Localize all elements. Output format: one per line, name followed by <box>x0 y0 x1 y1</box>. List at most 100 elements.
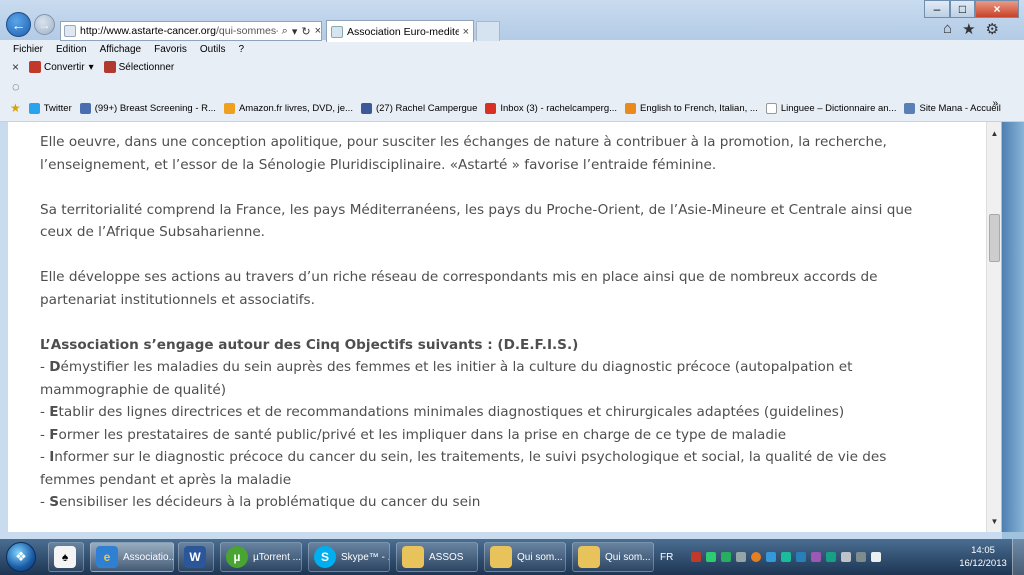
internet-explorer-icon: e <box>96 546 118 568</box>
system-tray: FR <box>660 539 882 575</box>
paragraph-territory: Sa territorialité comprend la France, le… <box>40 201 913 241</box>
taskbar-internet-explorer[interactable]: e Associatio... <box>90 542 174 572</box>
start-button[interactable]: ❖ <box>6 542 36 572</box>
address-bar[interactable]: http://www.astarte-cancer.org/qui-sommes… <box>60 21 322 41</box>
objective-item: - Former les prestataires de santé publi… <box>40 424 938 447</box>
favorite-wordreference[interactable]: English to French, Italian, ... <box>625 102 758 114</box>
home-icon[interactable]: ⌂ <box>943 20 952 38</box>
clock-time: 14:05 <box>971 545 995 556</box>
menu-outils[interactable]: Outils <box>200 44 226 55</box>
maximize-button[interactable]: □ <box>950 0 975 18</box>
new-tab-button[interactable] <box>476 21 500 41</box>
menu-help[interactable]: ? <box>238 44 244 55</box>
favorite-gmail[interactable]: Inbox (3) - rachelcamperg... <box>485 102 617 114</box>
objective-letter: F <box>49 426 59 443</box>
facebook-icon <box>360 102 372 114</box>
favorite-label: Linguee – Dictionnaire an... <box>780 102 897 114</box>
close-icon[interactable]: × <box>315 25 321 38</box>
tray-app-icon[interactable] <box>841 552 852 562</box>
favorite-amazon[interactable]: Amazon.fr livres, DVD, je... <box>223 102 353 114</box>
minimize-button[interactable]: – <box>924 0 950 18</box>
paragraph-mission: Elle oeuvre, dans une conception apoliti… <box>40 134 887 173</box>
favorite-facebook[interactable]: (27) Rachel Campergue <box>360 102 477 114</box>
menu-affichage[interactable]: Affichage <box>100 44 142 55</box>
tray-app-icon[interactable] <box>796 552 807 562</box>
arrow-left-icon: ← <box>11 16 26 33</box>
taskbar-label: Skype™ - ... <box>341 551 389 563</box>
favorite-twitter[interactable]: Twitter <box>28 102 72 114</box>
tray-app-icon[interactable] <box>811 552 822 562</box>
favorites-star-icon[interactable]: ★ <box>10 101 21 115</box>
tray-app-icon[interactable] <box>736 552 747 562</box>
favorite-linguee[interactable]: Linguee – Dictionnaire an... <box>765 102 897 114</box>
taskbar-word[interactable]: W <box>178 542 214 572</box>
browser-chrome: ← → http://www.astarte-cancer.org/qui-so… <box>0 0 1024 122</box>
site-icon <box>79 102 91 114</box>
scroll-down-icon[interactable]: ▼ <box>987 514 1002 528</box>
maximize-icon: □ <box>958 2 967 16</box>
scroll-thumb[interactable] <box>989 214 1000 262</box>
tray-app-icon[interactable] <box>721 552 732 562</box>
close-window-button[interactable]: × <box>975 0 1019 18</box>
vertical-scrollbar[interactable]: ▲ ▼ <box>986 122 1001 532</box>
close-toolbar-icon[interactable]: × <box>12 60 19 74</box>
folder-icon <box>578 546 600 568</box>
favorite-breast-screening[interactable]: (99+) Breast Screening - R... <box>79 102 216 114</box>
tray-app-icon[interactable] <box>706 552 717 562</box>
address-url[interactable]: http://www.astarte-cancer.org/qui-sommes… <box>80 25 278 37</box>
tray-app-icon[interactable] <box>766 552 777 562</box>
taskbar-utorrent[interactable]: µ µTorrent ... <box>220 542 302 572</box>
volume-icon[interactable] <box>871 552 882 562</box>
back-button[interactable]: ← <box>6 12 31 37</box>
page-icon <box>64 25 76 37</box>
taskbar-skype[interactable]: S Skype™ - ... <box>308 542 390 572</box>
favorite-label: English to French, Italian, ... <box>640 102 758 114</box>
wordreference-icon <box>625 102 637 114</box>
refresh-icon[interactable]: ↻ <box>301 25 310 38</box>
objective-letter: S <box>49 494 60 510</box>
taskbar-label: Qui som... <box>605 551 651 563</box>
favorites-overflow-button[interactable]: » <box>992 98 998 109</box>
menu-favoris[interactable]: Favoris <box>154 44 187 55</box>
favorite-site-mana[interactable]: Site Mana - Accueil <box>904 102 1001 114</box>
taskbar-folder-qui-sommes-2[interactable]: Qui som... <box>572 542 654 572</box>
twitter-icon <box>28 102 40 114</box>
network-icon[interactable] <box>856 552 867 562</box>
objective-letter: E <box>49 404 59 420</box>
dropdown-icon[interactable]: ▾ <box>292 25 298 38</box>
ring-icon[interactable]: ◌ <box>12 79 20 94</box>
tab-close-icon[interactable]: × <box>463 26 469 38</box>
taskbar-folder-assos[interactable]: ASSOS <box>396 542 478 572</box>
tab-active[interactable]: Association Euro-mediterra... × <box>326 20 474 42</box>
desktop-background <box>1002 122 1024 532</box>
tray-app-icon[interactable] <box>751 552 762 562</box>
star-icon[interactable]: ★ <box>962 20 975 38</box>
convert-button[interactable]: Convertir <box>29 61 85 73</box>
url-path: /qui-sommes-nous/ <box>215 25 278 37</box>
favorite-label: Twitter <box>43 102 72 114</box>
tray-app-icon[interactable] <box>781 552 792 562</box>
forward-button[interactable]: → <box>34 14 55 35</box>
objective-item: - Démystifier les maladies du sein auprè… <box>40 356 938 401</box>
tray-app-icon[interactable] <box>826 552 837 562</box>
command-bar: × Convertir ▾ Sélectionner <box>0 58 1024 76</box>
clock[interactable]: 14:05 16/12/2013 <box>958 544 1008 570</box>
favorite-label: Site Mana - Accueil <box>919 102 1001 114</box>
tab-favicon <box>331 25 343 38</box>
show-desktop-button[interactable] <box>1012 539 1024 575</box>
convert-dropdown-icon[interactable]: ▾ <box>89 62 94 73</box>
menu-fichier[interactable]: Fichier <box>13 44 43 55</box>
scroll-up-icon[interactable]: ▲ <box>987 126 1002 140</box>
objective-item: - Sensibiliser les décideurs à la problé… <box>40 491 938 514</box>
select-button[interactable]: Sélectionner <box>103 61 174 73</box>
search-icon[interactable]: ⌕ <box>282 25 288 38</box>
gear-icon[interactable]: ⚙ <box>986 20 999 38</box>
taskbar-solitaire[interactable]: ♠ <box>48 542 84 572</box>
utorrent-icon: µ <box>226 546 248 568</box>
menu-edition[interactable]: Edition <box>56 44 87 55</box>
tray-app-icon[interactable] <box>691 552 702 562</box>
language-indicator[interactable]: FR <box>660 552 673 563</box>
taskbar-folder-qui-sommes-1[interactable]: Qui som... <box>484 542 566 572</box>
pdf-convert-icon <box>29 61 42 73</box>
cards-icon: ♠ <box>54 546 76 568</box>
